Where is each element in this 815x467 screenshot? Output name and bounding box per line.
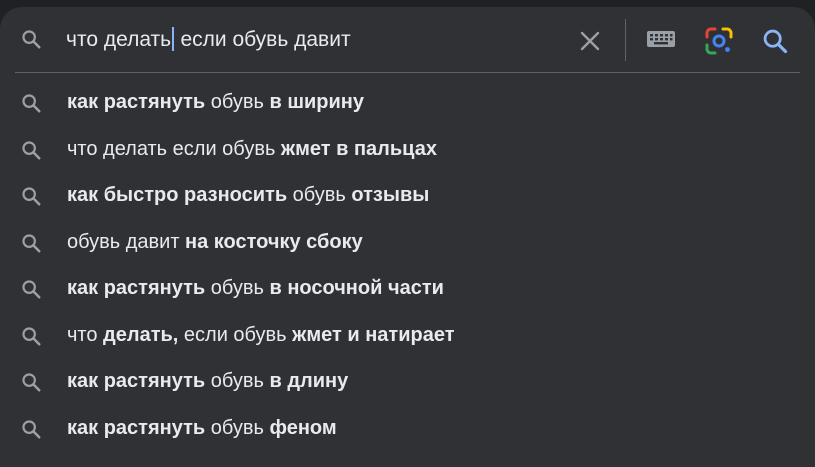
suggestion-item[interactable]: как растянуть обувь феном — [0, 406, 815, 453]
keyboard-icon — [647, 31, 675, 47]
search-input[interactable]: что делать если обувь давит — [66, 27, 351, 53]
toolbar-divider — [625, 19, 626, 61]
suggestion-text: как растянуть обувь в ширину — [67, 90, 364, 114]
suggestion-completion-text: делать, — [103, 323, 179, 346]
search-divider — [15, 72, 800, 73]
suggestion-text: что делать, если обувь жмет и натирает — [67, 323, 455, 347]
close-icon — [580, 31, 600, 51]
suggestion-text: как растянуть обувь в длину — [67, 369, 348, 393]
search-icon — [20, 325, 42, 347]
suggestion-query-text: что — [67, 323, 104, 346]
google-lens-button[interactable] — [704, 26, 734, 56]
suggestion-query-text: обувь — [205, 91, 270, 113]
text-caret — [172, 27, 174, 51]
suggestion-completion-text: отзывы — [351, 184, 430, 206]
suggestion-completion-text: в длину — [269, 370, 349, 392]
suggestion-text: что делать если обувь жмет в пальцах — [67, 137, 437, 161]
suggestion-item[interactable]: как растянуть обувь в длину — [0, 359, 815, 406]
suggestion-completion-text: в носочной части — [269, 277, 444, 299]
suggestion-query-text: обувь — [205, 277, 270, 299]
suggestion-item[interactable]: как растянуть обувь в носочной части — [0, 266, 815, 313]
search-icon — [20, 28, 42, 50]
suggestion-query-text: если обувь — [178, 323, 293, 346]
search-icon — [20, 232, 42, 254]
google-lens-icon — [705, 27, 733, 55]
suggestion-item[interactable]: что делать, если обувь жмет и натирает — [0, 313, 815, 360]
suggestion-completion-text: как растянуть — [67, 91, 206, 113]
search-bar[interactable]: что делать если обувь давит — [0, 7, 815, 73]
suggestion-text: как растянуть обувь в носочной части — [67, 276, 444, 300]
suggestion-query-text: обувь давит — [67, 230, 186, 253]
suggestion-query-text: что делать если обувь — [67, 137, 281, 160]
search-icon — [20, 278, 42, 300]
suggestion-query-text: обувь — [205, 370, 270, 392]
suggestion-item[interactable]: как растянуть обувь в ширину — [0, 80, 815, 127]
search-icon — [20, 92, 42, 114]
suggestion-completion-text: жмет и натирает — [292, 323, 455, 346]
keyboard-button[interactable] — [646, 27, 676, 51]
search-submit-button[interactable] — [761, 27, 789, 55]
search-icon — [763, 29, 788, 54]
suggestion-query-text: обувь — [205, 416, 270, 439]
suggestion-item[interactable]: что делать если обувь жмет в пальцах — [0, 127, 815, 174]
clear-button[interactable] — [577, 28, 603, 54]
query-text-after-caret: если обувь давит — [174, 28, 351, 51]
suggestion-completion-text: на косточку сбоку — [185, 230, 363, 253]
suggestion-completion-text: как растянуть — [67, 277, 206, 299]
search-icon — [20, 185, 42, 207]
suggestion-completion-text: в ширину — [269, 91, 364, 113]
suggestion-text: как быстро разносить обувь отзывы — [67, 183, 429, 207]
search-panel: что делать если обувь давит как растянут… — [0, 7, 815, 467]
search-icon — [20, 139, 42, 161]
suggestion-completion-text: как растянуть — [67, 416, 206, 439]
suggestion-completion-text: феном — [269, 416, 337, 439]
suggestion-completion-text: как растянуть — [67, 370, 206, 392]
suggestion-completion-text: как быстро разносить — [67, 184, 288, 206]
search-icon — [20, 418, 42, 440]
suggestion-completion-text: жмет в пальцах — [280, 137, 437, 160]
suggestion-query-text: обувь — [287, 184, 352, 206]
suggestion-text: обувь давит на косточку сбоку — [67, 230, 363, 254]
suggestion-list: как растянуть обувь в ширину что делать е… — [0, 80, 815, 452]
suggestion-item[interactable]: обувь давит на косточку сбоку — [0, 220, 815, 267]
suggestion-text: как растянуть обувь феном — [67, 416, 337, 440]
suggestion-item[interactable]: как быстро разносить обувь отзывы — [0, 173, 815, 220]
search-icon — [20, 371, 42, 393]
query-text-before-caret: что делать — [66, 28, 172, 51]
